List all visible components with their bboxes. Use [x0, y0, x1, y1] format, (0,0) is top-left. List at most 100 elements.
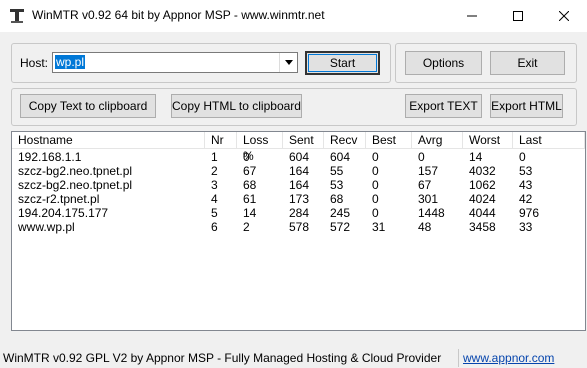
table-cell: 578: [289, 220, 310, 234]
exit-button[interactable]: Exit: [490, 51, 565, 75]
table-cell: 42: [519, 192, 533, 206]
table-cell: 3: [211, 178, 218, 192]
table-row[interactable]: szcz-r2.tpnet.pl 4 61 173 68 0 301 4024 42: [12, 192, 585, 206]
table-cell: 2: [243, 220, 250, 234]
table-row[interactable]: szcz-bg2.neo.tpnet.pl 2 67 164 55 0 157 4032 53: [12, 164, 585, 178]
table-cell: 157: [418, 164, 439, 178]
table-cell: 4024: [469, 192, 496, 206]
table-cell: 1: [211, 150, 218, 164]
copy-html-button[interactable]: Copy HTML to clipboard: [171, 94, 302, 118]
status-divider: [458, 349, 459, 367]
column-header-loss[interactable]: Loss %: [237, 132, 283, 163]
table-cell: 192.168.1.1: [18, 150, 82, 164]
table-cell: 0: [372, 150, 379, 164]
table-row[interactable]: 194.204.175.177 5 14 284 245 0 1448 4044 976: [12, 206, 585, 220]
maximize-button[interactable]: [495, 0, 541, 32]
table-cell: 61: [243, 192, 257, 206]
table-row[interactable]: szcz-bg2.neo.tpnet.pl 3 68 164 53 0 67 1062 43: [12, 178, 585, 192]
column-header-recv[interactable]: Recv: [324, 132, 366, 149]
table-cell: 4044: [469, 206, 496, 220]
table-cell: 1448: [418, 206, 445, 220]
copy-text-label: Copy Text to clipboard: [28, 99, 148, 113]
status-text: WinMTR v0.92 GPL V2 by Appnor MSP - Full…: [3, 351, 442, 365]
exit-button-label: Exit: [517, 56, 538, 70]
column-header-sent[interactable]: Sent: [283, 132, 324, 149]
table-row[interactable]: 192.168.1.1 1 0 604 604 0 0 14 0: [12, 150, 585, 164]
table-cell: 5: [211, 206, 218, 220]
column-header-worst[interactable]: Worst: [463, 132, 513, 149]
table-cell: 604: [330, 150, 351, 164]
export-text-button[interactable]: Export TEXT: [405, 94, 482, 118]
start-button[interactable]: Start: [305, 51, 380, 75]
status-bar: WinMTR v0.92 GPL V2 by Appnor MSP - Full…: [0, 346, 587, 368]
table-cell: 164: [289, 164, 310, 178]
appnor-link[interactable]: www.appnor.com: [463, 351, 554, 365]
table-cell: szcz-r2.tpnet.pl: [18, 192, 100, 206]
minimize-button[interactable]: [449, 0, 495, 32]
table-cell: 48: [418, 220, 432, 234]
table-cell: 173: [289, 192, 310, 206]
table-cell: 1062: [469, 178, 496, 192]
export-text-label: Export TEXT: [409, 99, 478, 113]
table-cell: 53: [330, 178, 344, 192]
table-cell: szcz-bg2.neo.tpnet.pl: [18, 164, 133, 178]
table-cell: 33: [519, 220, 533, 234]
start-button-label: Start: [329, 56, 356, 70]
table-cell: 2: [211, 164, 218, 178]
table-cell: 301: [418, 192, 439, 206]
table-cell: szcz-bg2.neo.tpnet.pl: [18, 178, 133, 192]
table-cell: 0: [372, 192, 379, 206]
window-title: WinMTR v0.92 64 bit by Appnor MSP - www.…: [32, 8, 325, 22]
table-cell: 0: [418, 150, 425, 164]
results-table[interactable]: Hostname Nr Loss % Sent Recv Best Avrg W…: [11, 131, 586, 331]
table-cell: 31: [372, 220, 386, 234]
table-cell: www.wp.pl: [18, 220, 75, 234]
table-cell: 67: [418, 178, 432, 192]
table-cell: 14: [469, 150, 483, 164]
copy-html-label: Copy HTML to clipboard: [172, 99, 301, 113]
table-cell: 4: [211, 192, 218, 206]
close-button[interactable]: [541, 0, 587, 32]
host-combobox[interactable]: wp.pl: [52, 52, 298, 73]
table-cell: 0: [519, 150, 526, 164]
table-cell: 0: [372, 206, 379, 220]
table-cell: 14: [243, 206, 257, 220]
maximize-icon: [513, 11, 523, 21]
table-cell: 55: [330, 164, 344, 178]
table-cell: 68: [243, 178, 257, 192]
table-cell: 245: [330, 206, 351, 220]
table-cell: 43: [519, 178, 533, 192]
table-cell: 604: [289, 150, 310, 164]
host-value: wp.pl: [55, 55, 86, 69]
table-cell: 194.204.175.177: [18, 206, 109, 220]
table-cell: 67: [243, 164, 257, 178]
chevron-down-icon[interactable]: [279, 53, 297, 72]
table-cell: 3458: [469, 220, 496, 234]
column-header-last[interactable]: Last: [513, 132, 585, 149]
table-cell: 4032: [469, 164, 496, 178]
close-icon: [559, 11, 569, 21]
table-cell: 164: [289, 178, 310, 192]
export-html-button[interactable]: Export HTML: [490, 94, 563, 118]
column-header-avrg[interactable]: Avrg: [412, 132, 463, 149]
host-label: Host:: [20, 56, 49, 70]
options-button[interactable]: Options: [405, 51, 482, 75]
table-row[interactable]: www.wp.pl 6 2 578 572 31 48 3458 33: [12, 220, 585, 234]
table-cell: 284: [289, 206, 310, 220]
table-cell: 976: [519, 206, 540, 220]
column-header-best[interactable]: Best: [366, 132, 412, 149]
title-bar[interactable]: WinMTR v0.92 64 bit by Appnor MSP - www.…: [0, 0, 587, 32]
table-cell: 0: [372, 164, 379, 178]
table-cell: 0: [243, 150, 250, 164]
table-cell: 6: [211, 220, 218, 234]
copy-text-button[interactable]: Copy Text to clipboard: [20, 94, 156, 118]
minimize-icon: [467, 15, 477, 17]
column-header-hostname[interactable]: Hostname: [12, 132, 205, 149]
table-cell: 572: [330, 220, 351, 234]
options-button-label: Options: [422, 56, 465, 70]
app-icon: [10, 9, 24, 23]
export-html-label: Export HTML: [491, 99, 562, 113]
column-header-nr[interactable]: Nr: [205, 132, 237, 149]
table-cell: 0: [372, 178, 379, 192]
table-cell: 53: [519, 164, 533, 178]
